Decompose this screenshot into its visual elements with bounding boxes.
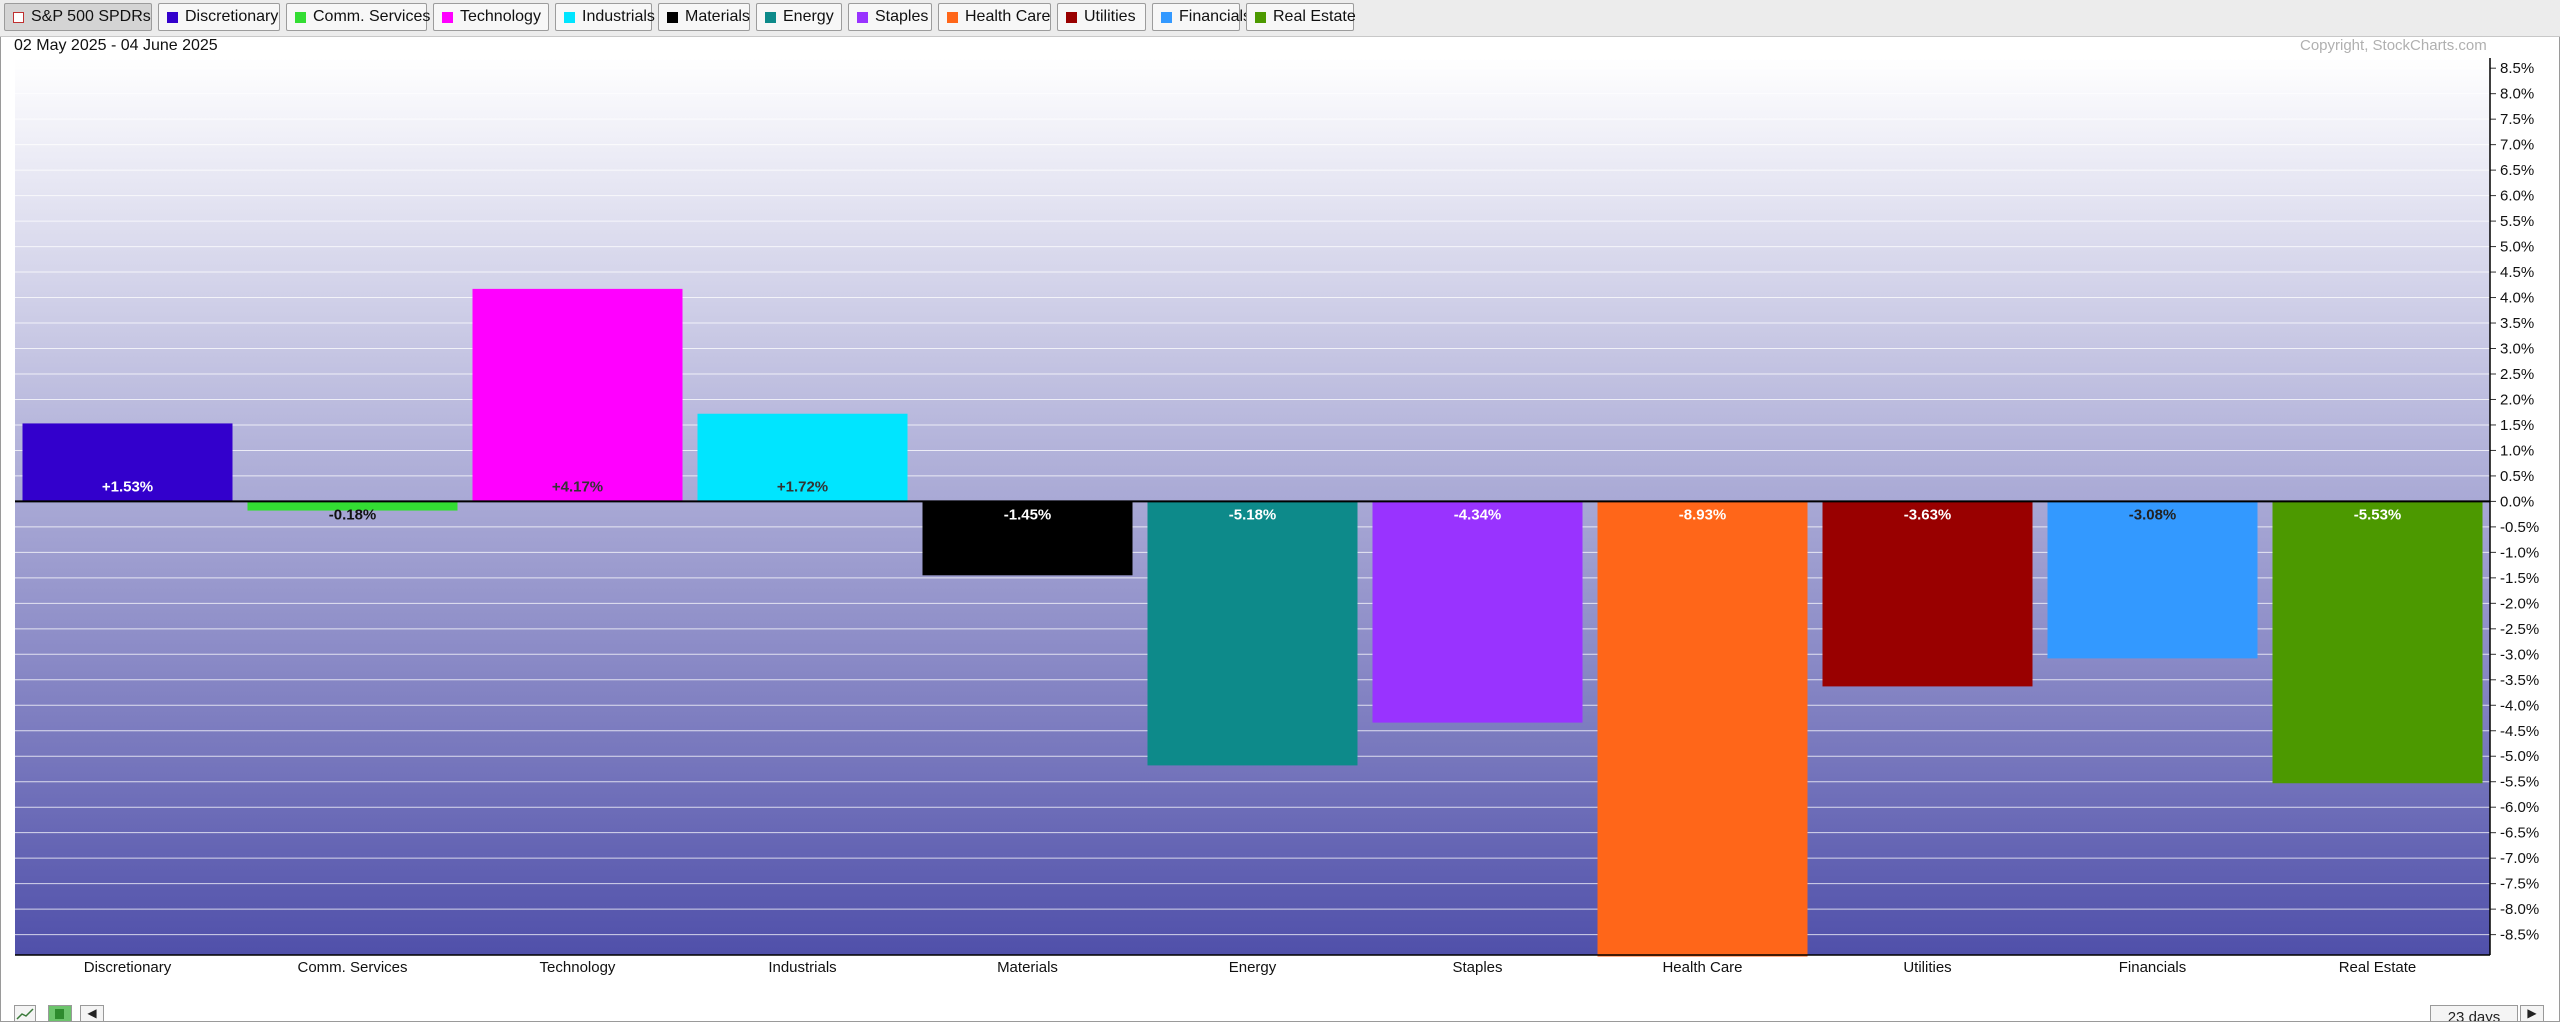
y-tick-label: 3.0% [2500, 341, 2534, 358]
y-tick-label: -0.5% [2500, 519, 2539, 536]
x-tick-label: Financials [2119, 959, 2187, 976]
y-tick-label: -3.0% [2500, 646, 2539, 663]
x-tick-label: Industrials [768, 959, 836, 976]
y-tick-label: 7.0% [2500, 137, 2534, 154]
y-tick-label: -6.0% [2500, 799, 2539, 816]
bar-2[interactable] [472, 288, 683, 502]
x-tick-label: Utilities [1903, 959, 1951, 976]
y-tick-label: 3.5% [2500, 315, 2534, 332]
x-tick-label: Technology [540, 959, 616, 976]
bar-value-label: -3.08% [2129, 506, 2177, 523]
y-tick-label: 8.0% [2500, 86, 2534, 103]
y-tick-label: 5.5% [2500, 213, 2534, 230]
y-tick-label: 7.5% [2500, 111, 2534, 128]
y-tick-label: -7.0% [2500, 850, 2539, 867]
x-tick-label: Comm. Services [297, 959, 407, 976]
x-tick-label: Staples [1452, 959, 1502, 976]
y-tick-label: 1.5% [2500, 417, 2534, 434]
bar-value-label: +1.72% [777, 478, 828, 495]
y-tick-label: 1.0% [2500, 442, 2534, 459]
bottom-toolbar: ◀ 23 days ▶ [0, 1000, 2560, 1022]
chart-type-bar-button[interactable] [48, 1005, 72, 1022]
x-tick-label: Materials [997, 959, 1058, 976]
bar-value-label: -8.93% [1679, 506, 1727, 523]
x-tick-label: Health Care [1662, 959, 1742, 976]
bar-value-label: -5.18% [1229, 506, 1277, 523]
chart-type-line-button[interactable] [14, 1005, 36, 1022]
bar-value-label: -4.34% [1454, 506, 1502, 523]
bar-9[interactable] [2047, 501, 2258, 659]
prev-period-button[interactable]: ◀ [80, 1005, 104, 1022]
y-tick-label: 6.5% [2500, 162, 2534, 179]
perf-bar-chart: 8.5% 8.0% 7.5% 7.0% 6.5% 6.0% 5.5% 5.0% 4.5% 4.0%… [15, 58, 2539, 976]
bar-5[interactable] [1147, 501, 1358, 766]
bar-value-label: +1.53% [102, 478, 153, 495]
bar-value-label: -0.18% [329, 506, 377, 523]
y-tick-label: 0.5% [2500, 468, 2534, 485]
y-tick-label: 6.0% [2500, 188, 2534, 205]
y-tick-label: -5.5% [2500, 774, 2539, 791]
y-tick-label: -6.5% [2500, 825, 2539, 842]
y-tick-label: -4.0% [2500, 697, 2539, 714]
chevron-left-icon: ◀ [87, 1006, 97, 1020]
y-tick-label: -1.0% [2500, 544, 2539, 561]
bar-value-label: +4.17% [552, 478, 603, 495]
y-tick-label: -4.5% [2500, 723, 2539, 740]
period-selector[interactable]: 23 days [2430, 1005, 2518, 1022]
next-period-button[interactable]: ▶ [2520, 1005, 2544, 1022]
y-tick-label: 2.0% [2500, 391, 2534, 408]
x-tick-label: Real Estate [2339, 959, 2417, 976]
y-tick-label: -1.5% [2500, 570, 2539, 587]
bar-7[interactable] [1597, 501, 1808, 957]
chevron-right-icon: ▶ [2527, 1006, 2537, 1020]
x-tick-label: Energy [1229, 959, 1277, 976]
bar-value-label: -5.53% [2354, 506, 2402, 523]
y-tick-label: 2.5% [2500, 366, 2534, 383]
x-tick-label: Discretionary [84, 959, 172, 976]
y-tick-label: -5.0% [2500, 748, 2539, 765]
bar-6[interactable] [1372, 501, 1583, 723]
y-tick-label: -2.5% [2500, 621, 2539, 638]
line-chart-icon [16, 1008, 34, 1020]
bar-10[interactable] [2272, 501, 2483, 784]
y-tick-label: -8.5% [2500, 927, 2539, 944]
y-tick-label: 4.5% [2500, 264, 2534, 281]
bar-chart-icon [55, 1009, 64, 1019]
y-tick-label: 4.0% [2500, 290, 2534, 307]
y-tick-label: -3.5% [2500, 672, 2539, 689]
y-tick-label: -7.5% [2500, 876, 2539, 893]
y-tick-label: 5.0% [2500, 239, 2534, 256]
y-tick-label: -2.0% [2500, 595, 2539, 612]
bar-value-label: -1.45% [1004, 506, 1052, 523]
bar-value-label: -3.63% [1904, 506, 1952, 523]
y-tick-label: 8.5% [2500, 60, 2534, 77]
y-tick-label: 0.0% [2500, 493, 2534, 510]
bar-8[interactable] [1822, 501, 2033, 687]
y-tick-label: -8.0% [2500, 901, 2539, 918]
